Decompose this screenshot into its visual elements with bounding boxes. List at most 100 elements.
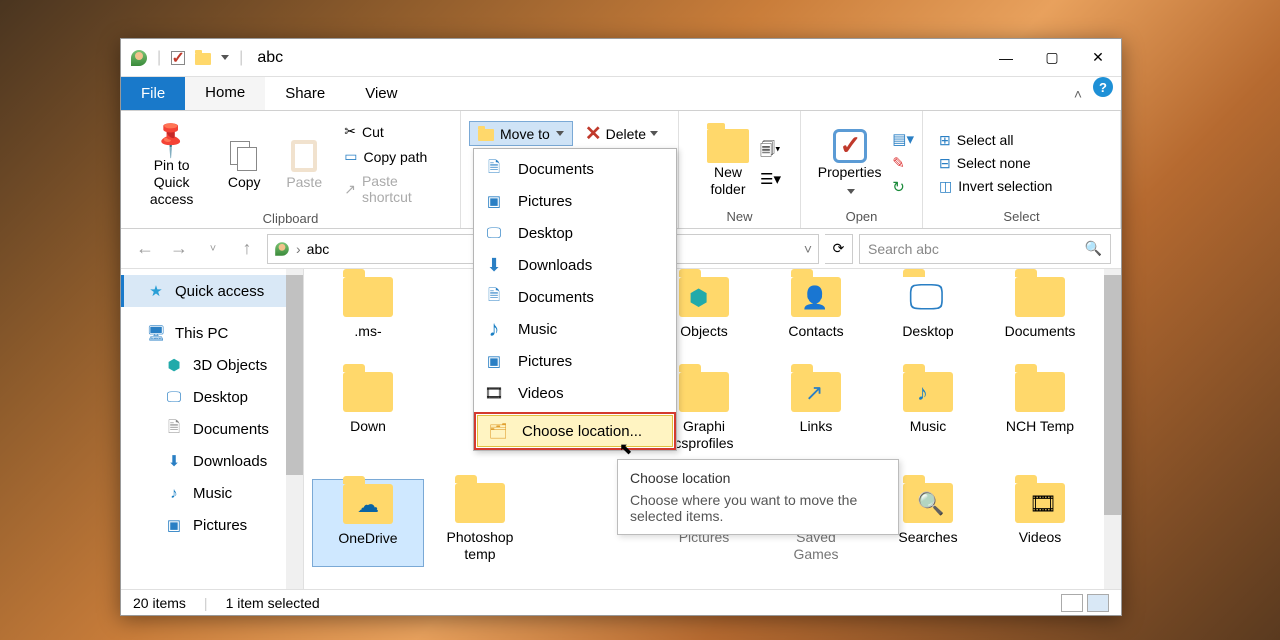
tab-view[interactable]: View bbox=[345, 77, 417, 110]
desktop-icon: 🖵 bbox=[165, 388, 183, 406]
user-icon bbox=[131, 50, 147, 66]
clipboard-icon bbox=[291, 140, 317, 172]
open-icon[interactable]: ▤▾ bbox=[892, 130, 914, 148]
list-item[interactable]: .ms- bbox=[312, 273, 424, 344]
icons-view-button[interactable] bbox=[1087, 594, 1109, 612]
list-item[interactable]: 🎞Videos bbox=[984, 479, 1096, 567]
recent-dropdown[interactable]: ˅ bbox=[199, 235, 227, 263]
delete-button[interactable]: ✕ Delete bbox=[585, 121, 658, 146]
dropdown-item-music[interactable]: ♪Music bbox=[474, 313, 676, 345]
sidebar-scrollbar[interactable] bbox=[286, 269, 303, 589]
dropdown-choose-location[interactable]: 🗂Choose location... bbox=[477, 415, 673, 447]
chevron-down-icon bbox=[556, 131, 564, 136]
pin-to-quick-access-button[interactable]: 📌 Pin to Quick access bbox=[129, 117, 214, 211]
list-item[interactable]: Documents bbox=[984, 273, 1096, 344]
sidebar-this-pc[interactable]: 🖥This PC bbox=[121, 317, 286, 349]
chevron-down-icon[interactable]: ˅ bbox=[804, 241, 812, 257]
titlebar: | ✓ | abc — ▢ ✕ bbox=[121, 39, 1121, 77]
back-button[interactable]: ← bbox=[131, 235, 159, 263]
list-item[interactable]: 🖵Desktop bbox=[872, 273, 984, 344]
video-icon: 🎞 bbox=[1029, 491, 1057, 517]
search-input[interactable]: Search abc 🔍 bbox=[859, 234, 1111, 264]
properties-button[interactable]: Properties bbox=[809, 124, 890, 202]
copy-button[interactable]: Copy bbox=[214, 134, 274, 195]
tab-home[interactable]: Home bbox=[185, 77, 265, 110]
music-icon: ♪ bbox=[917, 380, 928, 406]
select-all-button[interactable]: ⊞Select all bbox=[935, 129, 1018, 152]
tab-share[interactable]: Share bbox=[265, 77, 345, 110]
folder-icon bbox=[707, 129, 749, 163]
help-icon[interactable]: ? bbox=[1093, 77, 1113, 97]
list-item[interactable]: NCH Temp bbox=[984, 368, 1096, 456]
folder-icon: 🎞 bbox=[1015, 483, 1065, 523]
close-button[interactable]: ✕ bbox=[1075, 39, 1121, 77]
folder-icon: 🔍 bbox=[903, 483, 953, 523]
folder-icon: ☁ bbox=[343, 484, 393, 524]
forward-button[interactable]: → bbox=[165, 235, 193, 263]
select-none-icon: ⊟ bbox=[939, 155, 951, 172]
sidebar-desktop[interactable]: 🖵Desktop bbox=[121, 381, 286, 413]
pc-icon: 🖥 bbox=[147, 324, 165, 342]
qat-properties-icon[interactable]: ✓ bbox=[171, 51, 185, 65]
music-icon: ♪ bbox=[484, 316, 504, 342]
qat-dropdown-icon[interactable] bbox=[221, 55, 229, 60]
details-view-button[interactable] bbox=[1061, 594, 1083, 612]
group-label-select: Select bbox=[923, 209, 1120, 228]
dropdown-item-documents-2[interactable]: 🗎Documents bbox=[474, 281, 676, 313]
content-scrollbar[interactable] bbox=[1104, 269, 1121, 589]
new-folder-button[interactable]: New folder bbox=[698, 124, 758, 202]
refresh-button[interactable]: ⟳ bbox=[825, 234, 853, 264]
list-item[interactable]: ☁OneDrive bbox=[312, 479, 424, 567]
history-icon[interactable]: ↻ bbox=[892, 178, 914, 196]
list-item[interactable]: Down bbox=[312, 368, 424, 456]
list-item[interactable]: Photoshop temp bbox=[424, 479, 536, 567]
list-item[interactable]: ♪Music bbox=[872, 368, 984, 456]
folder-icon bbox=[478, 129, 494, 141]
dropdown-item-pictures[interactable]: ▣Pictures bbox=[474, 185, 676, 217]
invert-selection-button[interactable]: ◫Invert selection bbox=[935, 175, 1056, 198]
sidebar-pictures[interactable]: ▣Pictures bbox=[121, 509, 286, 541]
list-item[interactable]: 👤Contacts bbox=[760, 273, 872, 344]
sidebar-documents[interactable]: 🗎Documents bbox=[121, 413, 286, 445]
collapse-ribbon-icon[interactable]: ˄ bbox=[1063, 77, 1093, 110]
dropdown-item-desktop[interactable]: 🖵Desktop bbox=[474, 217, 676, 249]
search-icon: 🔍 bbox=[917, 491, 944, 517]
dropdown-item-pictures-2[interactable]: ▣Pictures bbox=[474, 345, 676, 377]
dropdown-item-videos[interactable]: 🎞Videos bbox=[474, 377, 676, 409]
invert-icon: ◫ bbox=[939, 178, 952, 195]
up-button[interactable]: ↑ bbox=[233, 235, 261, 263]
breadcrumb-current[interactable]: abc bbox=[307, 241, 330, 257]
maximize-button[interactable]: ▢ bbox=[1029, 39, 1075, 77]
sidebar-music[interactable]: ♪Music bbox=[121, 477, 286, 509]
paste-button[interactable]: Paste bbox=[274, 134, 334, 195]
minimize-button[interactable]: — bbox=[983, 39, 1029, 77]
copy-path-button[interactable]: ▭Copy path bbox=[340, 145, 452, 168]
dropdown-item-downloads[interactable]: ⬇Downloads bbox=[474, 249, 676, 281]
document-icon: 🗎 bbox=[484, 157, 504, 182]
edit-icon[interactable]: ✎ bbox=[892, 154, 914, 172]
group-label-clipboard: Clipboard bbox=[121, 211, 460, 230]
list-item[interactable]: ↗Links bbox=[760, 368, 872, 456]
folder-icon bbox=[1015, 372, 1065, 412]
select-all-icon: ⊞ bbox=[939, 132, 951, 149]
folder-icon: ⬢ bbox=[679, 277, 729, 317]
pin-icon: 📌 bbox=[149, 117, 194, 162]
easy-access-icon[interactable]: ☰▾ bbox=[760, 170, 781, 188]
paste-shortcut-button[interactable]: ↗Paste shortcut bbox=[340, 170, 452, 208]
folder-icon bbox=[343, 277, 393, 317]
sidebar-3d-objects[interactable]: ⬢3D Objects bbox=[121, 349, 286, 381]
tooltip-body: Choose where you want to move the select… bbox=[630, 492, 886, 524]
sidebar-quick-access[interactable]: ★Quick access bbox=[121, 275, 286, 307]
shortcut-icon: ↗ bbox=[344, 181, 356, 198]
dropdown-item-documents[interactable]: 🗎Documents bbox=[474, 153, 676, 185]
group-label-new: New bbox=[679, 209, 800, 228]
move-to-button[interactable]: Move to bbox=[469, 121, 573, 146]
sidebar-downloads[interactable]: ⬇Downloads bbox=[121, 445, 286, 477]
folder-icon bbox=[343, 372, 393, 412]
select-none-button[interactable]: ⊟Select none bbox=[935, 152, 1035, 175]
cut-button[interactable]: ✂Cut bbox=[340, 120, 452, 143]
tab-file[interactable]: File bbox=[121, 77, 185, 110]
new-item-icon[interactable]: 🗐▾ bbox=[760, 139, 781, 164]
tooltip-title: Choose location bbox=[630, 470, 886, 486]
chevron-right-icon: › bbox=[296, 241, 301, 257]
